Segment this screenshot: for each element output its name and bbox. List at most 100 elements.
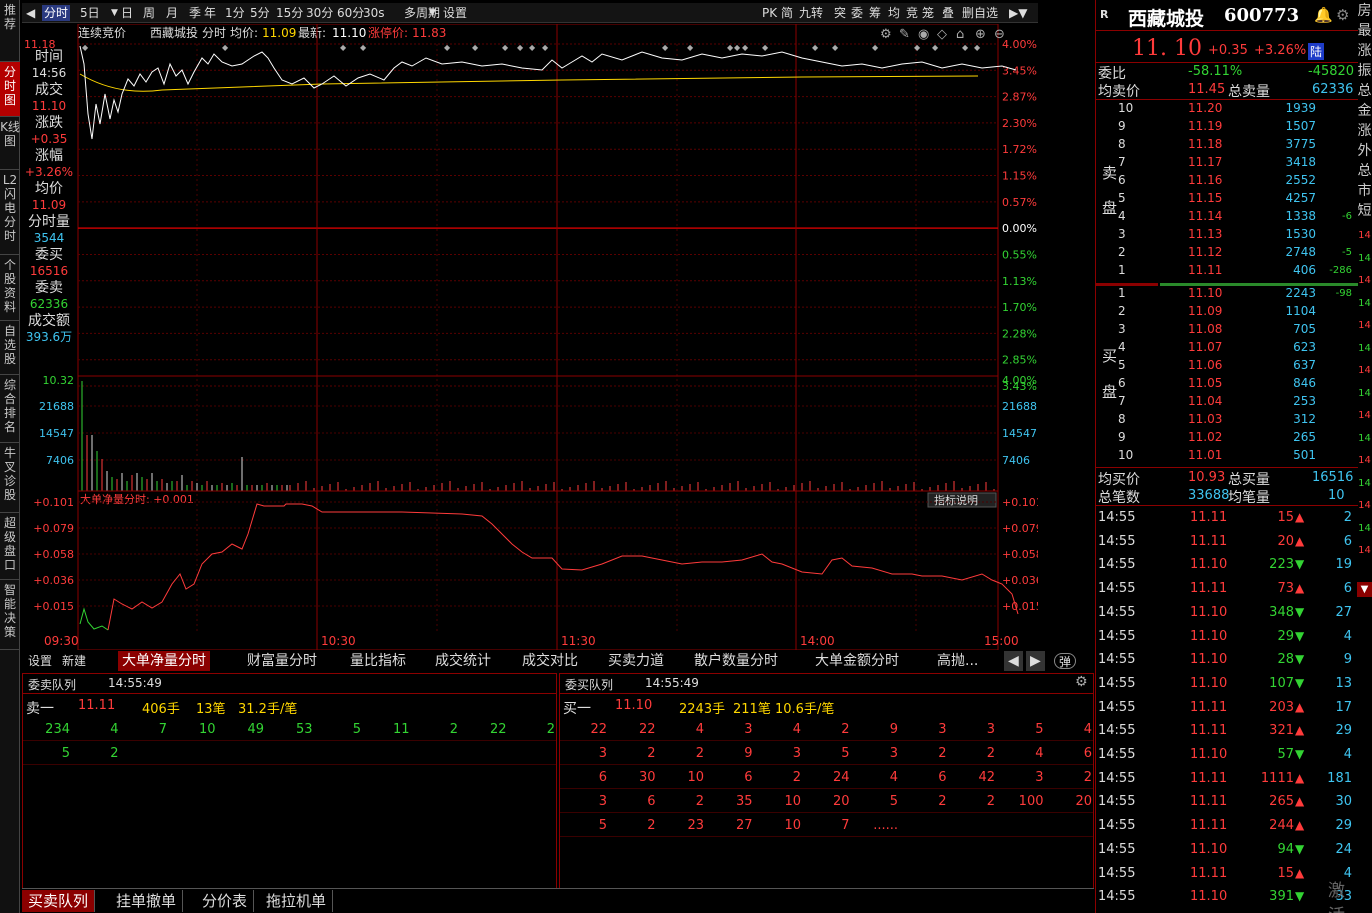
period-tab-5[interactable]: 季	[187, 5, 203, 21]
arrow-up-icon: ▲	[1295, 723, 1305, 738]
scroll-left-icon[interactable]: ◀	[1004, 651, 1023, 671]
info-val-8: 393.6万	[25, 330, 73, 344]
period-tab-4[interactable]: 月	[164, 5, 180, 21]
right-edge-item[interactable]: 总	[1357, 164, 1372, 179]
chart-tool-9[interactable]: 叠	[940, 5, 956, 21]
ask-price[interactable]: 11.19	[1188, 119, 1222, 133]
ask-price[interactable]: 11.18	[1188, 137, 1222, 151]
bid-price[interactable]: 11.06	[1188, 358, 1222, 372]
indicator-tab-10[interactable]: 高抛...	[933, 651, 982, 671]
left-nav-item-3[interactable]: L2闪电分时	[0, 170, 20, 255]
chart-tool-5[interactable]: 筹	[867, 5, 883, 21]
left-nav-item-9[interactable]: 智能决策	[0, 580, 20, 650]
chart-tool-7[interactable]: 竞	[904, 5, 920, 21]
gear-icon[interactable]: ⚙	[1336, 6, 1349, 24]
right-edge-item[interactable]: 最	[1357, 24, 1372, 39]
time-tick: 09:30	[44, 634, 79, 648]
bid-price[interactable]: 11.07	[1188, 340, 1222, 354]
ask-price[interactable]: 11.11	[1188, 263, 1222, 277]
bid-price[interactable]: 11.10	[1188, 286, 1222, 300]
dropdown-icon[interactable]: ▼	[1357, 582, 1372, 597]
bid-price[interactable]: 11.04	[1188, 394, 1222, 408]
indicator-tab-4[interactable]: 量比指标	[346, 651, 410, 671]
chevron-left-icon[interactable]: ◀	[24, 5, 37, 21]
left-nav-item-1[interactable]: 分时图	[0, 62, 20, 117]
dropdown-icon[interactable]: ▼	[109, 5, 120, 21]
popup-toggle[interactable]: 弹	[1054, 653, 1077, 669]
indicator-tab-1[interactable]: 新建	[58, 651, 90, 671]
expand-icon[interactable]: ▶▼	[1007, 5, 1029, 21]
period-tab-8[interactable]: 5分	[248, 5, 272, 21]
indicator-tab-5[interactable]: 成交统计	[431, 651, 495, 671]
period-tab-6[interactable]: 年	[202, 5, 218, 21]
indicator-tab-6[interactable]: 成交对比	[518, 651, 582, 671]
right-edge-item[interactable]: 房	[1357, 4, 1372, 19]
right-edge-item[interactable]: 涨	[1357, 124, 1372, 139]
left-nav-item-8[interactable]: 超级盘口	[0, 513, 20, 580]
buy_queue-cell: 5	[841, 746, 850, 761]
ask-price[interactable]: 11.15	[1188, 191, 1222, 205]
bid-price[interactable]: 11.03	[1188, 412, 1222, 426]
divider	[1096, 505, 1358, 506]
right-edge-num: 14	[1358, 410, 1371, 421]
chart-tool-0[interactable]: PK	[760, 5, 779, 21]
footer-tab-2[interactable]: 分价表	[196, 890, 255, 912]
indicator-tab-7[interactable]: 买卖力道	[604, 651, 668, 671]
right-edge-item[interactable]: 涨	[1357, 44, 1372, 59]
period-tab-10[interactable]: 30分	[304, 5, 335, 21]
right-edge-item[interactable]: 外	[1357, 144, 1372, 159]
chart-tool-2[interactable]: 九转	[797, 5, 825, 21]
ask-price[interactable]: 11.14	[1188, 209, 1222, 223]
indicator-tab-0[interactable]: 设置	[24, 651, 56, 671]
period-tab-2[interactable]: 日	[119, 5, 135, 21]
bid-price[interactable]: 11.09	[1188, 304, 1222, 318]
right-edge-item[interactable]: 振	[1357, 64, 1372, 79]
footer-tab-0[interactable]: 买卖队列	[22, 890, 96, 912]
ask-price[interactable]: 11.13	[1188, 227, 1222, 241]
indicator-tab-2[interactable]: 大单净量分时	[118, 651, 210, 671]
bid-price[interactable]: 11.05	[1188, 376, 1222, 390]
right-edge-item[interactable]: 市	[1357, 184, 1372, 199]
period-tab-7[interactable]: 1分	[223, 5, 247, 21]
period-tab-12[interactable]: 30s	[361, 5, 387, 21]
chart-tool-4[interactable]: 委	[849, 5, 865, 21]
chart-tool-6[interactable]: 均	[886, 5, 902, 21]
chart-tool-10[interactable]: 删自选	[960, 5, 1000, 21]
footer-tab-1[interactable]: 挂单撤单	[110, 890, 184, 912]
buy_queue-cell: 27	[735, 818, 753, 833]
chart-tool-1[interactable]: 简	[779, 5, 795, 21]
left-nav-item-0[interactable]: 推荐	[0, 0, 20, 62]
indicator-tab-3[interactable]: 财富量分时	[243, 651, 321, 671]
indicator-tab-8[interactable]: 散户数量分时	[690, 651, 782, 671]
left-nav-item-7[interactable]: 牛叉诊股	[0, 443, 20, 513]
bid-price[interactable]: 11.01	[1188, 448, 1222, 462]
chart-tool-3[interactable]: 突	[832, 5, 848, 21]
right-edge-item[interactable]: 短	[1357, 204, 1372, 219]
bid-price[interactable]: 11.08	[1188, 322, 1222, 336]
left-nav-item-4[interactable]: 个股资料	[0, 255, 20, 321]
indicator-tab-9[interactable]: 大单金额分时	[811, 651, 903, 671]
period-tab-9[interactable]: 15分	[274, 5, 305, 21]
dropdown-icon[interactable]: ▼	[427, 5, 438, 21]
left-nav-item-6[interactable]: 综合排名	[0, 375, 20, 443]
period-tab-14[interactable]: 设置	[441, 5, 469, 21]
chart-tool-8[interactable]: 笼	[920, 5, 936, 21]
right-edge-item[interactable]: 总	[1357, 84, 1372, 99]
ask-price[interactable]: 11.12	[1188, 245, 1222, 259]
period-tab-0[interactable]: 分时	[42, 5, 71, 21]
gear-icon[interactable]: ⚙	[1075, 674, 1088, 690]
footer-tab-3[interactable]: 拖拉机单	[260, 890, 334, 912]
left-nav-item-5[interactable]: 自选股	[0, 321, 20, 375]
arrow-up-icon: ▲	[1295, 510, 1305, 524]
ask-price[interactable]: 11.16	[1188, 173, 1222, 187]
right-edge-item[interactable]: 金	[1357, 104, 1372, 119]
bell-icon[interactable]: 🔔	[1314, 6, 1333, 24]
bid-price[interactable]: 11.02	[1188, 430, 1222, 444]
left-nav-item-2[interactable]: K线图	[0, 117, 20, 170]
period-tab-3[interactable]: 周	[141, 5, 157, 21]
scroll-right-icon[interactable]: ▶	[1026, 651, 1045, 671]
ask-price[interactable]: 11.17	[1188, 155, 1222, 169]
period-tab-1[interactable]: 5日	[78, 5, 102, 21]
ask-price[interactable]: 11.20	[1188, 101, 1222, 115]
intraday-chart[interactable]: 连续竞价 西藏城投 分时 均价: 11.09 最新: 11.10 涨停价: 11.83 ⚙ ✎ ◉ ◇ ⌂…	[22, 23, 1043, 651]
